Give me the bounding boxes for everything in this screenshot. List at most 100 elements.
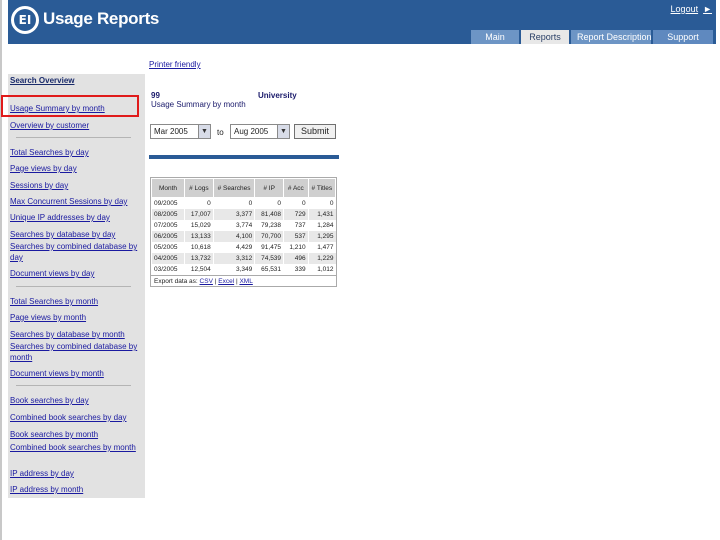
sidebar-divider: [16, 137, 131, 138]
sidebar-divider: [16, 385, 131, 386]
tab-report-description[interactable]: Report Description: [571, 30, 652, 44]
sidebar: Search Overview Usage Summary by month O…: [8, 74, 145, 498]
sidebar-item-total-searches-month[interactable]: Total Searches by month: [10, 296, 143, 307]
table-row: 08/2005 17,007 3,377 81,408 729 1,431: [151, 208, 336, 220]
table-cell: 729: [283, 208, 309, 220]
sidebar-divider: [16, 286, 131, 287]
table-row: 09/2005 0 0 0 0 0: [151, 197, 336, 209]
logout-link[interactable]: Logout ►: [671, 4, 712, 14]
sidebar-item-page-views-month[interactable]: Page views by month: [10, 312, 143, 323]
table-header-row: Month # Logs # Searches # IP # Acc # Tit…: [151, 178, 337, 198]
table-cell: 81,408: [254, 208, 284, 220]
table-cell: 05/2005: [151, 241, 185, 253]
table-cell: 4,100: [212, 230, 255, 242]
table-cell: 496: [283, 252, 309, 264]
play-arrow-icon: ►: [703, 4, 712, 14]
chevron-down-icon: ▼: [198, 125, 210, 138]
printer-friendly-link[interactable]: Printer friendly: [149, 60, 201, 69]
sidebar-item-book-searches-day[interactable]: Book searches by day: [10, 395, 143, 406]
table-cell: 65,531: [254, 263, 284, 275]
table-row: 04/2005 13,732 3,312 74,539 496 1,229: [151, 252, 336, 264]
export-csv-link[interactable]: CSV: [200, 278, 213, 285]
table-cell: 4,429: [212, 241, 255, 253]
table-cell: 0: [307, 197, 336, 209]
table-cell: 737: [283, 219, 309, 231]
sidebar-item-combined-book-day[interactable]: Combined book searches by day: [10, 412, 143, 423]
sidebar-item-book-searches-month[interactable]: Book searches by month: [10, 429, 143, 440]
sidebar-item-ip-address-day[interactable]: IP address by day: [10, 468, 143, 479]
table-cell: 0: [183, 197, 214, 209]
table-cell: 04/2005: [151, 252, 185, 264]
export-label: Export data as:: [154, 277, 198, 285]
sidebar-item-max-sessions-day[interactable]: Max Concurrent Sessions by day: [10, 196, 143, 207]
table-row: 07/2005 15,029 3,774 79,238 737 1,284: [151, 219, 336, 231]
sidebar-item-unique-ip-day[interactable]: Unique IP addresses by day: [10, 212, 143, 223]
table-cell: 13,133: [183, 230, 214, 242]
table-cell: 17,007: [183, 208, 214, 220]
to-month-select[interactable]: Aug 2005 ▼: [230, 124, 290, 139]
table-row: 05/2005 10,618 4,429 91,475 1,210 1,477: [151, 241, 336, 253]
table-cell: 1,210: [283, 241, 309, 253]
app-title: Usage Reports: [43, 9, 160, 28]
table-cell: 339: [283, 263, 309, 275]
institution-name: University: [258, 91, 297, 100]
sidebar-item-document-views-day[interactable]: Document views by day: [10, 268, 143, 279]
section-divider-bar: [149, 155, 339, 159]
sidebar-heading[interactable]: Search Overview: [10, 76, 74, 85]
table-cell: 08/2005: [151, 208, 185, 220]
table-cell: 1,295: [307, 230, 336, 242]
table-cell: 3,774: [212, 219, 255, 231]
from-month-select[interactable]: Mar 2005 ▼: [150, 124, 211, 139]
tab-main[interactable]: Main: [471, 30, 519, 44]
table-cell: 91,475: [254, 241, 284, 253]
table-cell: 1,477: [307, 241, 336, 253]
table-cell: 03/2005: [151, 263, 185, 275]
table-cell: 3,377: [212, 208, 255, 220]
table-cell: 0: [212, 197, 255, 209]
table-cell: 1,431: [307, 208, 336, 220]
table-cell: 09/2005: [151, 197, 185, 209]
export-xml-link[interactable]: XML: [239, 278, 252, 285]
table-cell: 15,029: [183, 219, 214, 231]
column-header: # Acc: [283, 178, 309, 198]
sidebar-item-page-views-day[interactable]: Page views by day: [10, 163, 143, 174]
tab-support[interactable]: Support: [653, 30, 713, 44]
table-cell: 1,012: [307, 263, 336, 275]
sidebar-item-combined-book-month[interactable]: Combined book searches by month: [10, 442, 143, 453]
ei-logo-text: EI: [14, 9, 36, 31]
sidebar-item-searches-database-day[interactable]: Searches by database by day: [10, 229, 143, 240]
table-cell: 0: [283, 197, 309, 209]
sidebar-item-searches-combined-month[interactable]: Searches by combined database by month: [10, 341, 143, 363]
table-cell: 12,504: [183, 263, 214, 275]
table-cell: 0: [254, 197, 284, 209]
sidebar-item-sessions-day[interactable]: Sessions by day: [10, 180, 143, 191]
usage-table: Month # Logs # Searches # IP # Acc # Tit…: [150, 177, 337, 287]
table-row: 03/2005 12,504 3,349 65,531 339 1,012: [151, 263, 336, 275]
export-excel-link[interactable]: Excel: [218, 278, 234, 285]
sidebar-item-overview-by-customer[interactable]: Overview by customer: [10, 120, 143, 131]
table-cell: 79,238: [254, 219, 284, 231]
submit-button[interactable]: Submit: [294, 124, 336, 139]
column-header: Month: [151, 178, 185, 198]
sidebar-item-searches-database-month[interactable]: Searches by database by month: [10, 329, 143, 340]
sidebar-item-document-views-month[interactable]: Document views by month: [10, 368, 143, 379]
report-title: Usage Summary by month: [151, 100, 246, 109]
table-cell: 3,312: [212, 252, 255, 264]
chevron-down-icon: ▼: [277, 125, 289, 138]
table-cell: 74,539: [254, 252, 284, 264]
table-cell: 10,618: [183, 241, 214, 253]
nav-tabs: Main Reports Report Description Support: [471, 30, 713, 44]
sidebar-item-total-searches-day[interactable]: Total Searches by day: [10, 147, 143, 158]
sidebar-item-searches-combined-day[interactable]: Searches by combined database by day: [10, 241, 143, 263]
sidebar-item-ip-address-month[interactable]: IP address by month: [10, 484, 143, 495]
app-header: EI Usage Reports Logout ► Main Reports R…: [8, 0, 716, 44]
tab-reports[interactable]: Reports: [521, 30, 569, 44]
institution-number: 99: [151, 91, 160, 100]
to-month-value: Aug 2005: [234, 127, 269, 136]
table-row: 06/2005 13,133 4,100 70,700 537 1,295: [151, 230, 336, 242]
column-header: # Searches: [212, 178, 256, 198]
from-month-value: Mar 2005: [154, 127, 188, 136]
table-cell: 3,349: [212, 263, 255, 275]
table-cell: 07/2005: [151, 219, 185, 231]
table-cell: 1,229: [307, 252, 336, 264]
